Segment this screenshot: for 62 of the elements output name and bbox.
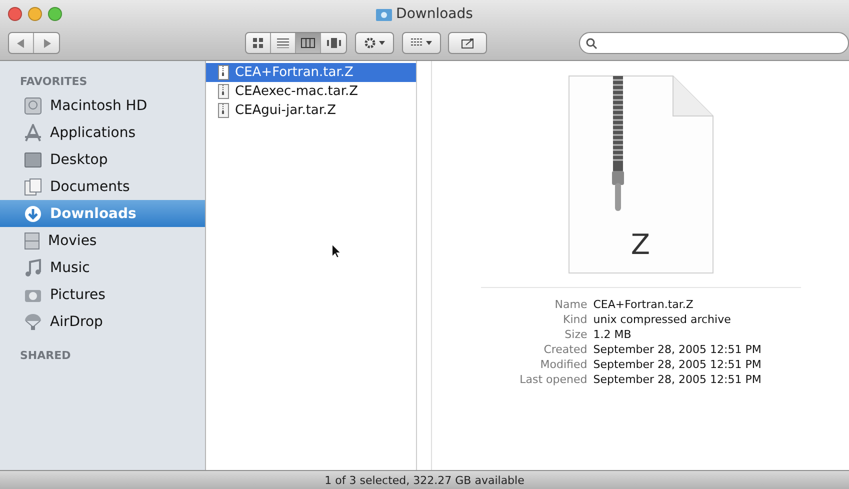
sidebar-section-title: SHARED [19, 348, 72, 364]
back-arrow-icon [17, 38, 26, 48]
info-label: Created [542, 343, 588, 356]
window-title: Downloads [396, 6, 473, 22]
share-button[interactable] [448, 32, 488, 54]
info-value: September 28, 2005 12:51 PM [593, 373, 762, 386]
archive-icon [218, 84, 229, 99]
archive-icon [218, 103, 229, 118]
action-menu-button[interactable] [355, 32, 394, 54]
grid-icon [410, 38, 423, 48]
mouse-pointer-icon [331, 243, 342, 259]
download-icon [24, 204, 42, 222]
apps-icon [24, 124, 42, 142]
file-row[interactable]: CEA+Fortran.tar.Z [206, 63, 416, 82]
info-label: Modified [539, 358, 588, 371]
info-label: Kind [562, 313, 588, 326]
file-row[interactable]: CEAgui-jar.tar.Z [206, 101, 416, 120]
desktop-icon [24, 152, 42, 168]
status-text: 1 of 3 selected, 322.27 GB available [324, 474, 524, 486]
folder-icon [376, 8, 392, 20]
parachute-icon [24, 312, 42, 330]
sidebar-item[interactable]: AirDrop [0, 308, 205, 335]
grid-icon [252, 38, 263, 48]
info-label: Size [564, 328, 588, 341]
coverflow-icon [326, 38, 341, 48]
view-mode-control[interactable] [244, 32, 348, 54]
minimize-button[interactable] [28, 7, 42, 21]
search-field[interactable] [579, 32, 849, 54]
columns-icon [301, 38, 316, 48]
info-value: September 28, 2005 12:51 PM [593, 358, 762, 371]
sidebar-item[interactable]: Music [0, 254, 205, 281]
view-mode-button[interactable] [296, 33, 322, 53]
sidebar-item[interactable]: Documents [0, 173, 205, 200]
sidebar-item[interactable]: Movies [0, 227, 205, 254]
archive-icon [218, 65, 229, 80]
file-row[interactable]: CEAexec-mac.tar.Z [206, 82, 416, 101]
info-value: unix compressed archive [593, 313, 732, 326]
arrange-menu-button[interactable] [402, 32, 441, 54]
film-icon [24, 232, 40, 250]
info-label: Name [554, 298, 588, 311]
sidebar-item[interactable]: Macintosh HD [0, 92, 205, 119]
file-type-letter: Z [630, 228, 652, 261]
info-value: 1.2 MB [593, 328, 632, 341]
sidebar-item[interactable]: Applications [0, 119, 205, 146]
sidebar-item[interactable]: Desktop [0, 146, 205, 173]
sidebar-section-title: FAVORITES [19, 74, 88, 90]
share-icon [460, 37, 475, 49]
gear-icon [364, 37, 376, 49]
info-value: September 28, 2005 12:51 PM [593, 343, 762, 356]
info-label: Last opened [520, 373, 588, 386]
list-icon [276, 38, 289, 48]
info-value: CEA+Fortran.tar.Z [593, 298, 694, 311]
zip-archive-icon [566, 75, 716, 275]
search-icon [586, 38, 598, 48]
documents-icon [24, 178, 42, 196]
music-note-icon [24, 258, 42, 276]
caret-icon [426, 41, 432, 45]
sidebar-item[interactable]: Pictures [0, 281, 205, 308]
caret-icon [379, 41, 386, 45]
forward-arrow-icon [42, 38, 51, 48]
close-button[interactable] [8, 7, 22, 21]
zoom-button[interactable] [48, 7, 62, 21]
